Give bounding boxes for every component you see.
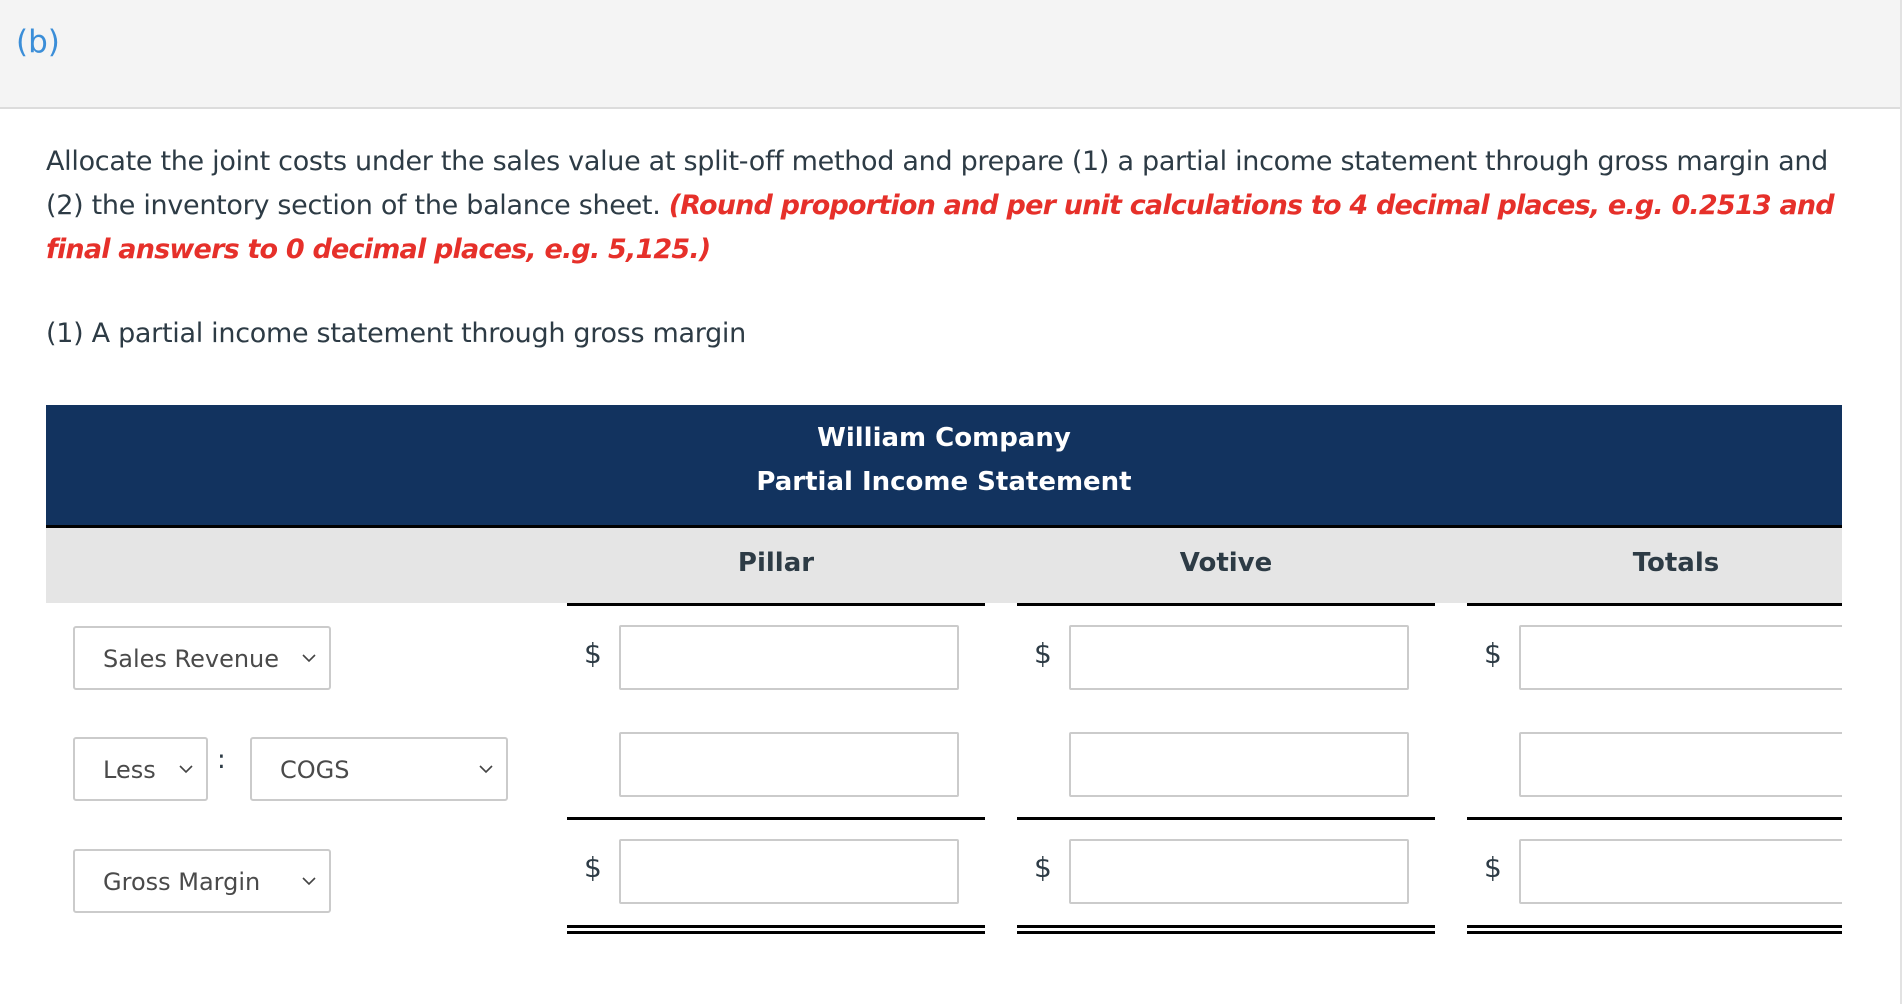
subtotal-rule: [567, 817, 985, 820]
totals-cogs-input[interactable]: [1519, 732, 1842, 797]
pillar-sales-revenue-input[interactable]: [619, 625, 959, 690]
currency-symbol: $: [1034, 637, 1052, 670]
scrollbar-track[interactable]: [1900, 0, 1902, 1004]
subtotal-rule: [1467, 817, 1842, 820]
column-rule: [1017, 603, 1435, 606]
currency-symbol: $: [1484, 851, 1502, 884]
column-header-row: Pillar Votive Totals: [46, 528, 1842, 603]
select-value: Sales Revenue: [103, 645, 280, 673]
column-rule: [567, 603, 985, 606]
income-statement-table: William Company Partial Income Statement…: [0, 0, 1842, 1004]
chevron-down-icon: [302, 654, 316, 663]
currency-symbol: $: [1484, 637, 1502, 670]
total-double-rule: [1467, 925, 1842, 934]
total-double-rule: [1017, 925, 1435, 934]
select-value: COGS: [280, 756, 350, 784]
votive-sales-revenue-input[interactable]: [1069, 625, 1409, 690]
subtotal-rule: [1017, 817, 1435, 820]
column-rule: [1467, 603, 1842, 606]
column-header-votive: Votive: [1179, 548, 1273, 578]
votive-cogs-input[interactable]: [1069, 732, 1409, 797]
currency-symbol: $: [584, 851, 602, 884]
currency-symbol: $: [1034, 851, 1052, 884]
currency-symbol: $: [584, 637, 602, 670]
less-select[interactable]: Less: [73, 737, 208, 801]
cogs-select[interactable]: COGS: [250, 737, 508, 801]
pillar-gross-margin-input[interactable]: [619, 839, 959, 904]
chevron-down-icon: [302, 877, 316, 886]
chevron-down-icon: [179, 765, 193, 774]
pillar-cogs-input[interactable]: [619, 732, 959, 797]
select-value: Less: [103, 756, 156, 784]
sales-revenue-select[interactable]: Sales Revenue: [73, 626, 331, 690]
statement-title: Partial Income Statement: [756, 467, 1132, 497]
separator-colon: :: [217, 745, 226, 775]
company-name: William Company: [817, 423, 1071, 453]
total-double-rule: [567, 925, 985, 934]
gross-margin-select[interactable]: Gross Margin: [73, 849, 331, 913]
totals-gross-margin-input[interactable]: [1519, 839, 1842, 904]
statement-header: William Company Partial Income Statement: [46, 405, 1842, 528]
column-header-pillar: Pillar: [737, 548, 815, 578]
select-value: Gross Margin: [103, 868, 261, 896]
totals-sales-revenue-input[interactable]: [1519, 625, 1842, 690]
chevron-down-icon: [479, 765, 493, 774]
column-header-totals: Totals: [1632, 548, 1720, 578]
votive-gross-margin-input[interactable]: [1069, 839, 1409, 904]
